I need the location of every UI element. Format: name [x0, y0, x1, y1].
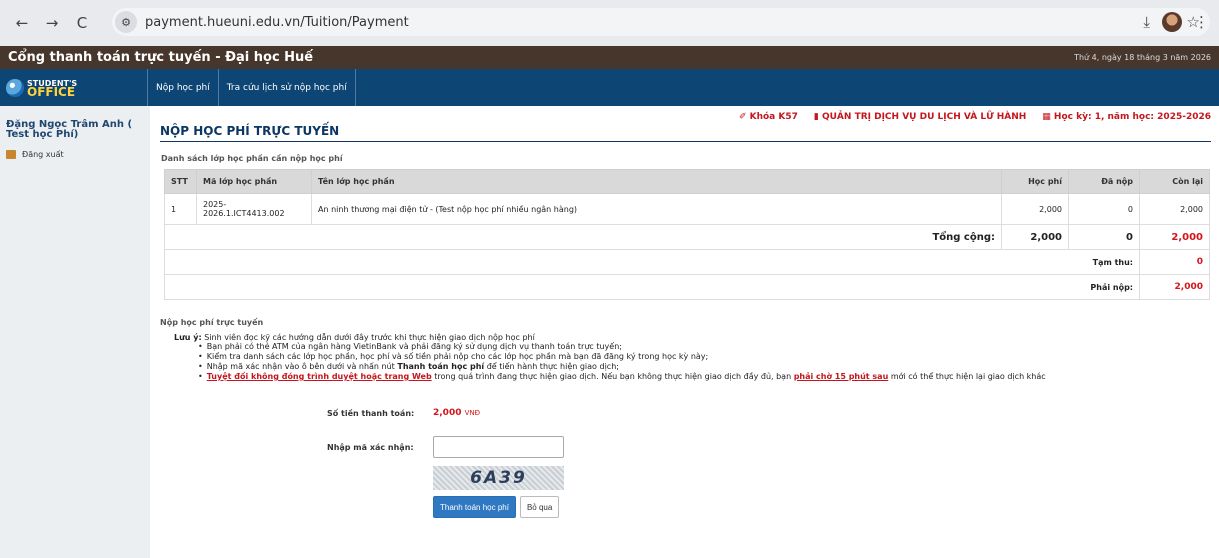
amount-unit: VNĐ	[464, 409, 481, 417]
note4-text-d: mới có thể thực hiện lại giao dịch khác	[888, 372, 1046, 381]
advance-row: Tạm thu: 0	[164, 249, 1210, 275]
note-item-1: Bạn phải có thẻ ATM của ngân hàng Vietin…	[198, 342, 1211, 352]
table-header-row: STT Mã lớp học phần Tên lớp học phần Học…	[164, 169, 1210, 194]
note-item-2: Kiểm tra danh sách các lớp học phần, học…	[198, 352, 1211, 362]
address-bar[interactable]: ⚙ payment.hueuni.edu.vn/Tuition/Payment …	[112, 8, 1210, 36]
notes-title: Nộp học phí trực tuyến	[160, 318, 264, 327]
col-code: Mã lớp học phần	[196, 169, 312, 194]
reload-icon[interactable]: C	[70, 11, 94, 35]
student-meta: ✐ Khóa K57 ▮ QUẢN TRỊ DỊCH VỤ DU LỊCH VÀ…	[160, 112, 1211, 122]
submit-payment-button[interactable]: Thanh toán học phí	[433, 496, 516, 518]
logo[interactable]: STUDENT'S OFFICE	[0, 69, 147, 106]
cell-code: 2025-2026.1.ICT4413.002	[196, 193, 312, 225]
logout-icon	[6, 150, 16, 159]
note-item-4: Tuyệt đối không đóng trình duyệt hoặc tr…	[198, 372, 1211, 382]
current-date: Thứ 4, ngày 18 tháng 3 năm 2026	[1074, 53, 1211, 62]
major-badge: ▮ QUẢN TRỊ DỊCH VỤ DU LỊCH VÀ LỮ HÀNH	[813, 112, 1027, 122]
advance-label: Tạm thu:	[164, 249, 1140, 275]
advance-value: 0	[1139, 249, 1210, 275]
profile-avatar[interactable]	[1162, 12, 1182, 32]
notes-lead-bold: Lưu ý:	[174, 333, 202, 342]
due-value: 2,000	[1139, 274, 1210, 300]
due-label: Phải nộp:	[164, 274, 1140, 300]
code-label: Nhập mã xác nhận:	[327, 442, 414, 452]
cancel-button[interactable]: Bỏ qua	[519, 496, 560, 518]
total-label: Tổng cộng:	[164, 224, 1002, 250]
note3-text-a: Nhập mã xác nhận vào ô bên dưới và nhấn …	[206, 362, 398, 371]
note4-warning: Tuyệt đối không đóng trình duyệt hoặc tr…	[206, 372, 432, 381]
term-badge: ▦ Học kỳ: 1, năm học: 2025-2026	[1042, 112, 1211, 122]
table-row: 1 2025-2026.1.ICT4413.002 An ninh thương…	[164, 193, 1210, 225]
browser-toolbar: ← → C ⚙ payment.hueuni.edu.vn/Tuition/Pa…	[0, 0, 1219, 46]
menu-item-pay-tuition[interactable]: Nộp học phí	[147, 69, 218, 106]
globe-icon	[6, 78, 24, 97]
total-paid: 0	[1068, 224, 1140, 250]
col-paid: Đã nộp	[1068, 169, 1140, 194]
amount-number: 2,000	[433, 408, 462, 418]
tuition-table: STT Mã lớp học phần Tên lớp học phần Học…	[164, 169, 1210, 300]
cell-remain: 2,000	[1139, 193, 1210, 225]
note3-text-c: để tiến hành thực hiện giao dịch;	[484, 362, 619, 371]
total-fee: 2,000	[1001, 224, 1069, 250]
cell-stt: 1	[164, 193, 197, 225]
total-row: Tổng cộng: 2,000 0 2,000	[164, 224, 1210, 250]
table-section-title: Danh sách lớp học phần cần nộp học phí	[161, 154, 343, 163]
logout-link[interactable]: Đăng xuất	[6, 150, 144, 159]
notes-list: Bạn phải có thẻ ATM của ngân hàng Vietin…	[198, 342, 1211, 382]
cell-name: An ninh thương mại điện tử - (Test nộp h…	[311, 193, 1002, 225]
notes-lead-text: Sinh viên đọc kỹ các hướng dẫn dưới đây …	[201, 333, 535, 342]
url-text[interactable]: payment.hueuni.edu.vn/Tuition/Payment	[145, 15, 409, 30]
col-fee: Học phí	[1001, 169, 1069, 194]
menu-dots-icon[interactable]: ⋮	[1194, 13, 1209, 31]
app-title: Cổng thanh toán trực tuyến - Đại học Huế	[8, 50, 314, 65]
captcha-image: 6A39	[433, 466, 564, 490]
sidebar: Đặng Ngọc Trâm Anh ( Test học Phí) Đăng …	[0, 106, 150, 558]
due-row: Phải nộp: 2,000	[164, 274, 1210, 300]
menu-item-payment-history[interactable]: Tra cứu lịch sử nộp học phí	[217, 69, 356, 106]
note-item-3: Nhập mã xác nhận vào ô bên dưới và nhấn …	[198, 362, 1211, 372]
cell-fee: 2,000	[1001, 193, 1069, 225]
col-stt: STT	[164, 169, 197, 194]
course-badge: ✐ Khóa K57	[738, 112, 798, 122]
page-title: NỘP HỌC PHÍ TRỰC TUYẾN	[160, 124, 1211, 142]
amount-label: Số tiền thanh toán:	[327, 408, 415, 418]
captcha-input[interactable]	[433, 436, 564, 458]
download-icon[interactable]: ⤓	[1143, 13, 1150, 31]
back-icon[interactable]: ←	[10, 11, 34, 35]
cell-paid: 0	[1068, 193, 1140, 225]
note4-text-b: trong quá trình đang thực hiện giao dịch…	[431, 372, 794, 381]
portal-titlebar: Cổng thanh toán trực tuyến - Đại học Huế…	[0, 46, 1219, 69]
forward-icon[interactable]: →	[40, 11, 64, 35]
col-remain: Còn lại	[1139, 169, 1210, 194]
payment-notes: Nộp học phí trực tuyến Lưu ý: Sinh viên …	[160, 318, 1211, 382]
main-content: ✐ Khóa K57 ▮ QUẢN TRỊ DỊCH VỤ DU LỊCH VÀ…	[150, 106, 1219, 558]
note3-bold: Thanh toán học phí	[397, 362, 485, 371]
user-name: Đặng Ngọc Trâm Anh ( Test học Phí)	[6, 119, 133, 140]
site-info-icon[interactable]: ⚙	[115, 11, 137, 33]
main-navbar: STUDENT'S OFFICE Nộp học phí Tra cứu lịc…	[0, 69, 1219, 106]
logo-line2: OFFICE	[27, 84, 76, 99]
notes-lead: Lưu ý: Sinh viên đọc kỹ các hướng dẫn dư…	[174, 333, 1211, 342]
total-remain: 2,000	[1139, 224, 1210, 250]
col-name: Tên lớp học phần	[311, 169, 1002, 194]
logout-label: Đăng xuất	[22, 150, 64, 159]
payment-form: Số tiền thanh toán: 2,000 VNĐ Nhập mã xá…	[327, 408, 1211, 518]
note4-wait: phải chờ 15 phút sau	[793, 372, 889, 381]
amount-value: 2,000 VNĐ	[433, 408, 480, 418]
